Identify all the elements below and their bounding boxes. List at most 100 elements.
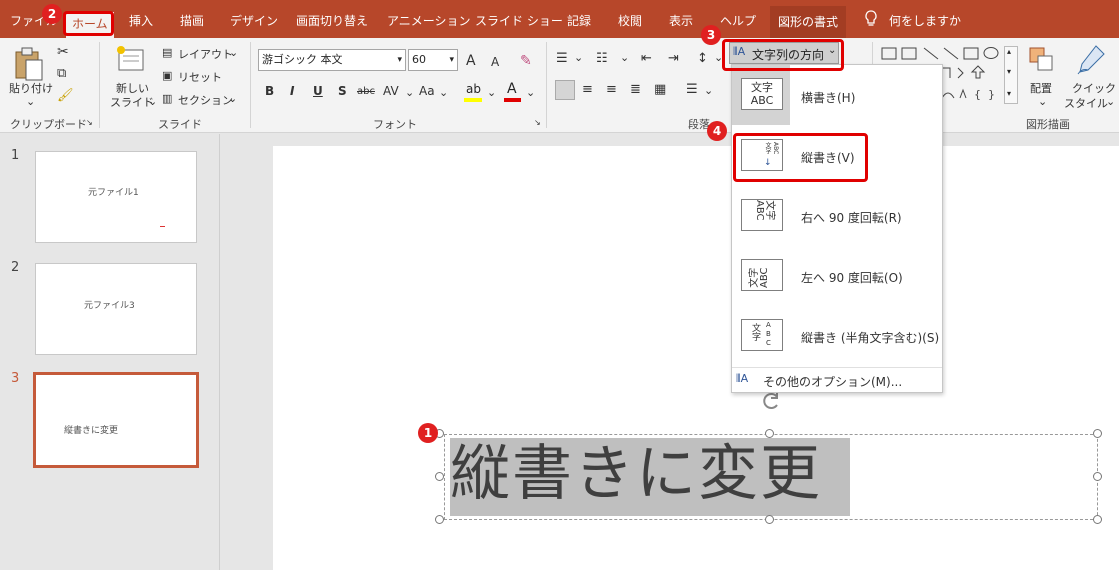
rotate-left-text-icon: 文字 ABC xyxy=(741,259,783,291)
step-badge-1: 1 xyxy=(418,423,438,443)
paste-label[interactable]: 貼り付け xyxy=(9,80,53,96)
font-name-select[interactable]: 游ゴシック 本文 ▾ xyxy=(258,49,406,71)
font-launcher-icon[interactable]: ↘ xyxy=(534,118,541,127)
step-badge-4: 4 xyxy=(707,121,727,141)
grow-font-icon[interactable]: A xyxy=(466,53,476,69)
paste-dropdown-icon[interactable]: ⌄ xyxy=(26,95,35,108)
vertical-halfwidth-text-icon: 文字 ABC xyxy=(741,319,783,351)
chevron-down-icon[interactable]: ⌄ xyxy=(439,86,448,99)
menu-item-rotate-left[interactable]: 文字 ABC 左へ 90 度回転(O) xyxy=(732,245,942,305)
slide-number: 1 xyxy=(11,148,20,163)
menu-item-horizontal[interactable]: 文字 ABC 横書き(H) xyxy=(732,65,942,125)
clipboard-launcher-icon[interactable]: ↘ xyxy=(86,118,93,127)
align-center-icon[interactable]: ≡ xyxy=(582,82,593,97)
numbering-icon[interactable]: ☷ xyxy=(596,51,608,66)
shrink-font-icon[interactable]: A xyxy=(491,55,499,69)
chevron-down-icon[interactable]: ⌄ xyxy=(526,86,535,99)
strikethrough-button[interactable]: abc xyxy=(357,86,375,97)
tab-shape-format[interactable]: 図形の書式 xyxy=(770,6,847,38)
section-icon[interactable]: ▥ xyxy=(162,92,172,105)
layout-dropdown-icon[interactable]: ⌄ xyxy=(229,46,238,59)
tab-help[interactable]: ヘルプ xyxy=(720,10,756,32)
slide-canvas[interactable]: 縦書きに変更 xyxy=(273,146,1119,570)
chevron-down-icon[interactable]: ⌄ xyxy=(405,86,414,99)
tab-view[interactable]: 表示 xyxy=(669,10,693,32)
tab-transitions[interactable]: 画面切り替え xyxy=(296,10,368,32)
underline-button[interactable]: U xyxy=(313,84,323,98)
layout-icon[interactable]: ▤ xyxy=(162,46,172,59)
section-dropdown-icon[interactable]: ⌄ xyxy=(228,92,237,105)
change-case-button[interactable]: Aa xyxy=(419,84,435,98)
chevron-down-icon[interactable]: ⌄ xyxy=(1038,95,1047,108)
align-right-icon[interactable]: ≡ xyxy=(606,82,617,97)
bullets-icon[interactable]: ☰ xyxy=(556,51,568,66)
tab-review[interactable]: 校閲 xyxy=(618,10,642,32)
tab-insert[interactable]: 挿入 xyxy=(129,10,153,32)
tab-record[interactable]: 記録 xyxy=(567,10,591,32)
chevron-down-icon[interactable]: ⌄ xyxy=(620,51,629,64)
highlight-icon[interactable]: ab xyxy=(464,82,484,102)
resize-handle[interactable] xyxy=(1093,429,1102,438)
menu-item-more-options[interactable]: ⫴A その他のオプション(M)... xyxy=(732,368,942,392)
cut-icon[interactable]: ✂ xyxy=(57,44,69,60)
paste-icon[interactable] xyxy=(12,46,46,82)
line-spacing-icon[interactable]: ↕ xyxy=(697,51,708,66)
new-slide-dropdown-icon[interactable]: ⌄ xyxy=(148,95,157,108)
slide-thumbnail-3[interactable]: 縦書きに変更 xyxy=(33,372,199,468)
chevron-down-icon[interactable]: ⌄ xyxy=(574,51,583,64)
tab-slideshow[interactable]: スライド ショー xyxy=(475,10,563,32)
chevron-down-icon[interactable]: ⌄ xyxy=(704,84,713,97)
text-box[interactable]: 縦書きに変更 xyxy=(444,434,1098,520)
font-size-select[interactable]: 60 ▾ xyxy=(408,49,458,71)
chevron-down-icon: ▾ xyxy=(397,55,402,65)
reset-icon[interactable]: ▣ xyxy=(162,69,172,82)
increase-indent-icon[interactable]: ⇥ xyxy=(668,51,679,66)
slides-group-label: スライド xyxy=(158,118,202,131)
menu-item-label: 左へ 90 度回転(O) xyxy=(801,271,903,285)
arrange-icon[interactable] xyxy=(1028,46,1056,76)
resize-handle[interactable] xyxy=(1093,472,1102,481)
decrease-indent-icon[interactable]: ⇤ xyxy=(641,51,652,66)
distribute-icon[interactable]: ▦ xyxy=(654,82,666,97)
resize-handle[interactable] xyxy=(1093,515,1102,524)
resize-handle[interactable] xyxy=(765,515,774,524)
tab-design[interactable]: デザイン xyxy=(230,10,278,32)
shapes-gallery-scroll[interactable]: ▴ ▾ ▾ xyxy=(1004,46,1018,104)
quick-style-icon[interactable] xyxy=(1074,44,1106,78)
slide-thumbnail-2[interactable]: 元ファイル3 xyxy=(35,263,197,355)
layout-button[interactable]: レイアウト xyxy=(178,46,233,62)
chevron-down-icon[interactable]: ⌄ xyxy=(487,86,496,99)
format-painter-icon[interactable]: 🖌 xyxy=(57,88,74,103)
quick-style-label-1[interactable]: クイック xyxy=(1072,80,1116,96)
justify-icon[interactable]: ≣ xyxy=(630,82,641,97)
copy-icon[interactable]: ⧉ xyxy=(57,66,66,81)
clear-format-icon[interactable]: ✎ xyxy=(520,53,532,69)
arrange-label[interactable]: 配置 xyxy=(1030,80,1052,96)
new-slide-icon[interactable] xyxy=(115,44,147,74)
font-group-label: フォント xyxy=(373,118,417,131)
shadow-button[interactable]: S xyxy=(338,84,347,98)
char-spacing-button[interactable]: AV xyxy=(383,84,399,98)
menu-item-vertical-halfwidth[interactable]: 文字 ABC 縦書き (半角文字含む)(S) xyxy=(732,305,942,365)
horizontal-text-icon: 文字 ABC xyxy=(741,78,783,110)
quick-style-label-2[interactable]: スタイル xyxy=(1064,95,1108,111)
resize-handle[interactable] xyxy=(435,515,444,524)
align-left-icon[interactable] xyxy=(555,80,575,100)
menu-item-label: その他のオプション(M)... xyxy=(763,375,903,389)
bold-button[interactable]: B xyxy=(265,84,274,98)
resize-handle[interactable] xyxy=(765,429,774,438)
slide-thumbnail-1[interactable]: 元ファイル1 xyxy=(35,151,197,243)
chevron-down-icon[interactable]: ⌄ xyxy=(1106,95,1115,108)
tab-draw[interactable]: 描画 xyxy=(180,10,204,32)
reset-button[interactable]: リセット xyxy=(178,69,222,85)
columns-icon[interactable]: ☰ xyxy=(686,82,698,97)
tell-me-search[interactable]: 何をしますか xyxy=(889,10,961,32)
font-color-icon[interactable]: A xyxy=(504,81,522,102)
italic-button[interactable]: I xyxy=(290,84,294,98)
section-button[interactable]: セクション xyxy=(178,92,233,108)
menu-item-rotate-right[interactable]: 文字 ABC 右へ 90 度回転(R) xyxy=(732,185,942,245)
slide-text[interactable]: 縦書きに変更 xyxy=(450,435,822,513)
tab-animations[interactable]: アニメーション xyxy=(387,10,471,32)
more-icon: ▾ xyxy=(1007,89,1012,98)
resize-handle[interactable] xyxy=(435,472,444,481)
